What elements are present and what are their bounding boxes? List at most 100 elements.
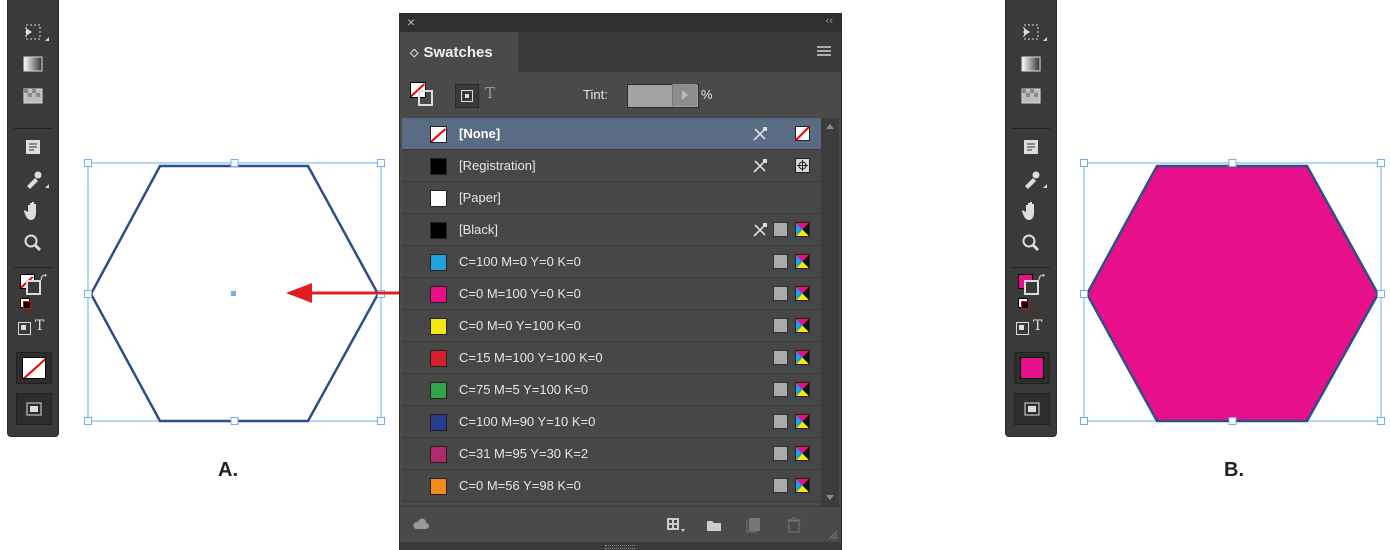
no-edit-icon	[752, 222, 768, 243]
cmyk-mode-icon	[795, 318, 810, 338]
fill-stroke-proxy[interactable]	[1018, 274, 1048, 314]
registration-icon	[795, 158, 810, 178]
scroll-up-icon[interactable]	[826, 124, 834, 129]
process-color-icon	[773, 286, 788, 306]
panel-resize-bar[interactable]	[400, 542, 841, 550]
eyedropper-icon	[27, 171, 42, 189]
swatch-name: C=0 M=56 Y=98 K=0	[459, 478, 581, 493]
hexagon-b-shape[interactable]	[1085, 164, 1380, 423]
eyedropper-tool[interactable]	[1006, 164, 1056, 194]
resize-grip-icon[interactable]	[828, 530, 838, 540]
eyedropper-icon	[1025, 171, 1040, 189]
screen-mode-icon	[26, 402, 42, 416]
cc-libraries-icon[interactable]	[412, 517, 430, 531]
gradient-feather-tool[interactable]	[1006, 81, 1056, 111]
swatch-color-chip	[430, 382, 447, 399]
collapse-panel-icon[interactable]: ‹‹	[826, 15, 833, 27]
gap-tool-icon	[25, 24, 41, 40]
tools-panel-right: T	[1006, 0, 1056, 436]
swatch-row[interactable]: [None]	[402, 118, 821, 150]
cmyk-mode-icon	[795, 350, 810, 370]
cmyk-mode-icon	[795, 286, 810, 306]
cmyk-mode-icon	[795, 414, 810, 434]
panel-menu-icon[interactable]	[817, 46, 831, 56]
new-color-group-icon[interactable]	[706, 518, 722, 532]
formatting-affects-container-icon[interactable]	[1016, 322, 1029, 335]
swatch-color-chip	[430, 158, 447, 175]
cmyk-mode-icon	[795, 254, 810, 274]
swatch-row[interactable]: C=100 M=0 Y=0 K=0	[402, 246, 821, 278]
formatting-affects-text-icon[interactable]: T	[1033, 318, 1042, 334]
apply-color-swatch[interactable]	[1014, 352, 1050, 384]
swatch-name: C=100 M=90 Y=10 K=0	[459, 414, 596, 429]
figure-label-b: B.	[1224, 459, 1244, 481]
new-swatch-icon[interactable]	[746, 517, 762, 533]
swatch-name: C=15 M=100 Y=100 K=0	[459, 350, 603, 365]
gap-tool[interactable]	[1006, 17, 1056, 47]
swatch-name: [Black]	[459, 222, 499, 237]
tint-percent: %	[701, 87, 713, 102]
formatting-affects-text-icon[interactable]: T	[35, 318, 44, 334]
note-tool[interactable]	[8, 132, 58, 162]
swatch-color-chip	[430, 414, 447, 431]
tint-slider-arrow-icon[interactable]	[672, 84, 697, 106]
swatch-row[interactable]: C=0 M=100 Y=0 K=0	[402, 278, 821, 310]
none-swatch-icon	[795, 126, 810, 146]
screen-mode-button[interactable]	[16, 393, 52, 425]
gradient-feather-icon	[23, 88, 43, 104]
swatch-row[interactable]: [Paper]	[402, 182, 821, 214]
gap-tool[interactable]	[8, 17, 58, 47]
formatting-affects-container-icon[interactable]	[18, 322, 31, 335]
container-mode-button[interactable]	[455, 84, 479, 108]
hand-tool[interactable]	[1006, 196, 1056, 226]
swatch-name: C=31 M=95 Y=30 K=2	[459, 446, 589, 461]
swatch-row[interactable]: [Registration]	[402, 150, 821, 182]
tint-label: Tint:	[583, 87, 608, 102]
swatch-list-scrollbar[interactable]	[821, 118, 839, 506]
eyedropper-tool[interactable]	[8, 164, 58, 194]
swatch-color-chip	[430, 478, 447, 495]
swatch-row[interactable]: C=100 M=90 Y=10 K=0	[402, 406, 821, 438]
fill-stroke-toggle[interactable]	[410, 82, 438, 110]
hand-tool[interactable]	[8, 196, 58, 226]
gradient-swatch-tool[interactable]	[1006, 49, 1056, 79]
gradient-swatch-tool[interactable]	[8, 49, 58, 79]
hexagon-b-canvas	[1080, 159, 1385, 425]
note-tool[interactable]	[1006, 132, 1056, 162]
text-mode-button[interactable]: T	[485, 84, 495, 102]
swatch-row[interactable]: C=31 M=95 Y=30 K=2	[402, 438, 821, 470]
hexagon-a-center-point	[231, 291, 236, 296]
screen-mode-button[interactable]	[1014, 393, 1050, 425]
zoom-tool[interactable]	[8, 228, 58, 258]
apply-color-swatch[interactable]	[16, 352, 52, 384]
gradient-feather-tool[interactable]	[8, 81, 58, 111]
tab-swatches[interactable]: ◇ Swatches	[400, 32, 518, 72]
show-swatch-kinds-icon[interactable]	[666, 517, 686, 533]
swatch-row[interactable]: C=75 M=5 Y=100 K=0	[402, 374, 821, 406]
panel-controls-row: T Tint: %	[400, 72, 841, 118]
cmyk-mode-icon	[795, 382, 810, 402]
stroke-proxy-icon	[26, 280, 41, 295]
process-color-icon	[773, 478, 788, 498]
process-color-icon	[773, 254, 788, 274]
process-color-icon	[773, 414, 788, 434]
swatch-row[interactable]: C=15 M=100 Y=100 K=0	[402, 342, 821, 374]
cmyk-mode-icon	[795, 446, 810, 466]
swatch-row[interactable]: [Black]	[402, 214, 821, 246]
resize-handle-icon[interactable]	[605, 545, 635, 549]
swatch-name: C=75 M=5 Y=100 K=0	[459, 382, 589, 397]
process-color-icon	[773, 382, 788, 402]
swatch-name: [Registration]	[459, 158, 536, 173]
apply-none-icon	[22, 357, 46, 379]
swatch-color-chip	[430, 286, 447, 303]
delete-swatch-icon[interactable]	[786, 517, 802, 533]
zoom-tool[interactable]	[1006, 228, 1056, 258]
fill-stroke-proxy[interactable]	[20, 274, 50, 314]
swatch-row[interactable]: C=0 M=56 Y=98 K=0	[402, 470, 821, 502]
no-edit-icon	[752, 126, 768, 147]
scroll-down-icon[interactable]	[826, 495, 834, 500]
panel-stroke-icon	[418, 90, 433, 106]
swatch-row[interactable]: C=0 M=0 Y=100 K=0	[402, 310, 821, 342]
swap-arrows-icon	[40, 274, 47, 281]
close-panel-icon[interactable]: ×	[407, 14, 415, 30]
